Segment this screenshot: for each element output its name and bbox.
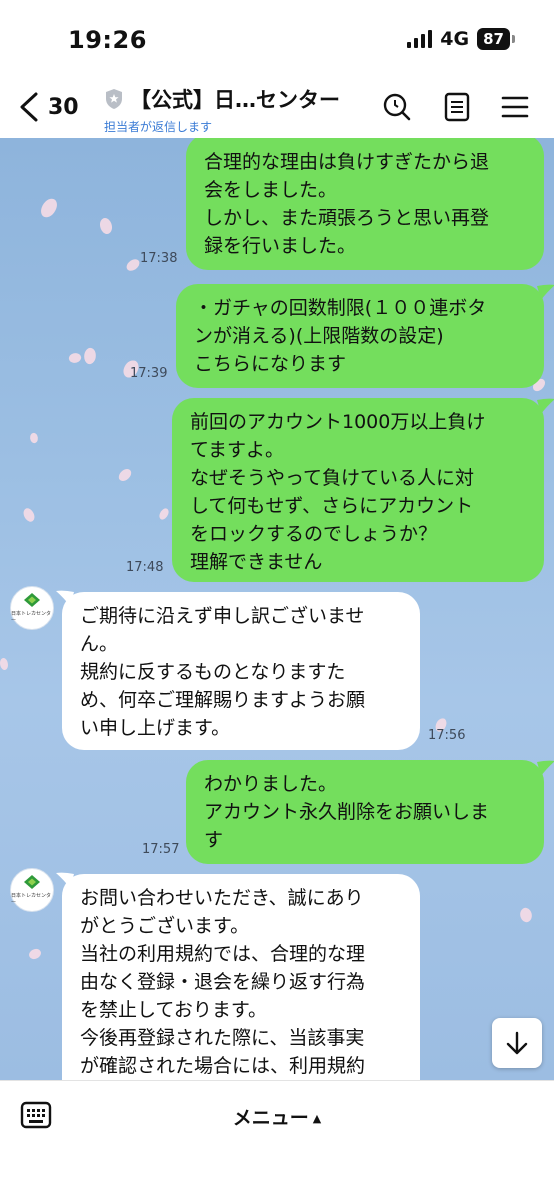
petal-decoration bbox=[0, 656, 10, 672]
menu-toggle-button[interactable]: メニュー ▲ bbox=[0, 1103, 554, 1130]
message-bubble-outgoing[interactable]: 合理的な理由は負けすぎたから退 会をしました。 しかし、また頑張ろうと思い再登 … bbox=[186, 138, 544, 270]
petal-decoration bbox=[67, 350, 83, 366]
message-time: 17:48 bbox=[126, 560, 164, 575]
company-logo-icon bbox=[24, 593, 40, 607]
back-button[interactable]: 30 bbox=[16, 90, 79, 124]
battery-icon: 87 bbox=[477, 28, 515, 50]
chat-subtitle: 担当者が返信します bbox=[104, 120, 213, 134]
avatar[interactable]: 日本トレカセンター bbox=[10, 868, 54, 912]
petal-decoration bbox=[517, 905, 535, 925]
status-indicators: 4G 87 bbox=[407, 28, 515, 50]
notes-icon[interactable] bbox=[442, 92, 472, 122]
avatar[interactable]: 日本トレカセンター bbox=[10, 586, 54, 630]
petal-decoration bbox=[82, 347, 98, 365]
message-time: 17:38 bbox=[140, 251, 178, 266]
petal-decoration bbox=[96, 216, 116, 236]
chat-title: 【公式】日…センター bbox=[130, 88, 340, 112]
chat-header: 30 【公式】日…センター 担当者が返信します bbox=[0, 82, 554, 138]
message-time: 17:39 bbox=[130, 366, 168, 381]
petal-decoration bbox=[20, 506, 38, 524]
chat-area[interactable]: 合理的な理由は負けすぎたから退 会をしました。 しかし、また頑張ろうと思い再登 … bbox=[0, 138, 554, 1080]
bubble-tail bbox=[537, 760, 554, 776]
status-bar: 19:26 4G 87 bbox=[0, 0, 554, 82]
caret-up-icon: ▲ bbox=[312, 1112, 322, 1125]
message-time: 17:57 bbox=[142, 842, 180, 857]
menu-icon[interactable] bbox=[500, 92, 530, 122]
bubble-tail bbox=[537, 398, 554, 414]
signal-icon bbox=[407, 30, 433, 48]
arrow-down-icon bbox=[506, 1031, 528, 1055]
message-bubble-outgoing[interactable]: わかりました。 アカウント永久削除をお願いしま す bbox=[186, 760, 544, 864]
avatar-label: 日本トレカセンター bbox=[11, 893, 52, 906]
petal-decoration bbox=[27, 946, 43, 962]
bubble-tail bbox=[537, 284, 554, 300]
company-logo-icon bbox=[24, 875, 40, 889]
network-label: 4G bbox=[440, 28, 470, 50]
chat-title-area[interactable]: 【公式】日…センター 担当者が返信します bbox=[104, 84, 340, 135]
petal-decoration bbox=[158, 506, 170, 522]
battery-level: 87 bbox=[483, 30, 504, 48]
chevron-left-icon bbox=[20, 92, 38, 122]
message-bubble-outgoing[interactable]: ・ガチャの回数制限(１００連ボタ ンが消える)(上限階数の設定) こちらになりま… bbox=[176, 284, 544, 388]
avatar-label: 日本トレカセンター bbox=[11, 611, 52, 624]
petal-decoration bbox=[124, 256, 142, 274]
message-bubble-incoming[interactable]: お問い合わせいただき、誠にあり がとうございます。 当社の利用規約では、合理的な… bbox=[62, 874, 420, 1080]
chat-footer: メニュー ▲ bbox=[0, 1080, 554, 1200]
search-icon[interactable] bbox=[382, 92, 412, 122]
petal-decoration bbox=[39, 196, 59, 220]
message-time: 17:56 bbox=[428, 728, 466, 743]
message-bubble-incoming[interactable]: ご期待に沿えず申し訳ございませ ん。 規約に反するものとなりますた め、何卒ご理… bbox=[62, 592, 420, 750]
shield-icon bbox=[106, 89, 122, 109]
menu-label: メニュー bbox=[232, 1107, 309, 1129]
petal-decoration bbox=[28, 431, 40, 445]
petal-decoration bbox=[116, 466, 134, 484]
scroll-to-bottom-button[interactable] bbox=[492, 1018, 542, 1068]
unread-count: 30 bbox=[48, 94, 79, 120]
message-bubble-outgoing[interactable]: 前回のアカウント1000万以上負け てますよ。 なぜそうやって負けている人に対 … bbox=[172, 398, 544, 582]
status-time: 19:26 bbox=[68, 26, 147, 54]
